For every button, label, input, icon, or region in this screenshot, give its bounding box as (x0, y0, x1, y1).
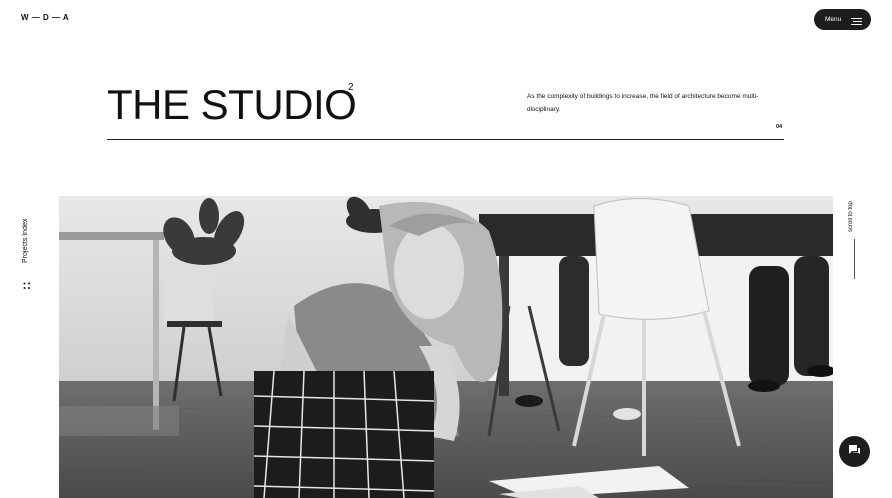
studio-description: As the complexity of buildings to increa… (527, 93, 759, 113)
page-number: 04 (776, 124, 783, 130)
page-title: THE STUDIO (107, 81, 357, 128)
projects-index-link[interactable]: Projects Index (22, 213, 34, 289)
brand-logo[interactable]: W — D — A (21, 13, 69, 22)
chat-button[interactable] (839, 436, 870, 467)
scroll-to-top-label: scroll to top (848, 201, 854, 233)
chat-bubble-icon (848, 443, 861, 461)
title-divider (107, 139, 784, 140)
scroll-line (854, 239, 855, 279)
projects-index-label: Projects Index (22, 218, 29, 263)
scroll-to-top-link[interactable]: scroll to top (848, 197, 860, 281)
hamburger-icon (851, 14, 862, 25)
studio-photo (59, 196, 833, 498)
grid-dots-icon (23, 277, 31, 295)
menu-button[interactable]: Menu (814, 9, 871, 30)
title-superscript: 2 (348, 82, 354, 93)
menu-label: Menu (825, 16, 842, 23)
